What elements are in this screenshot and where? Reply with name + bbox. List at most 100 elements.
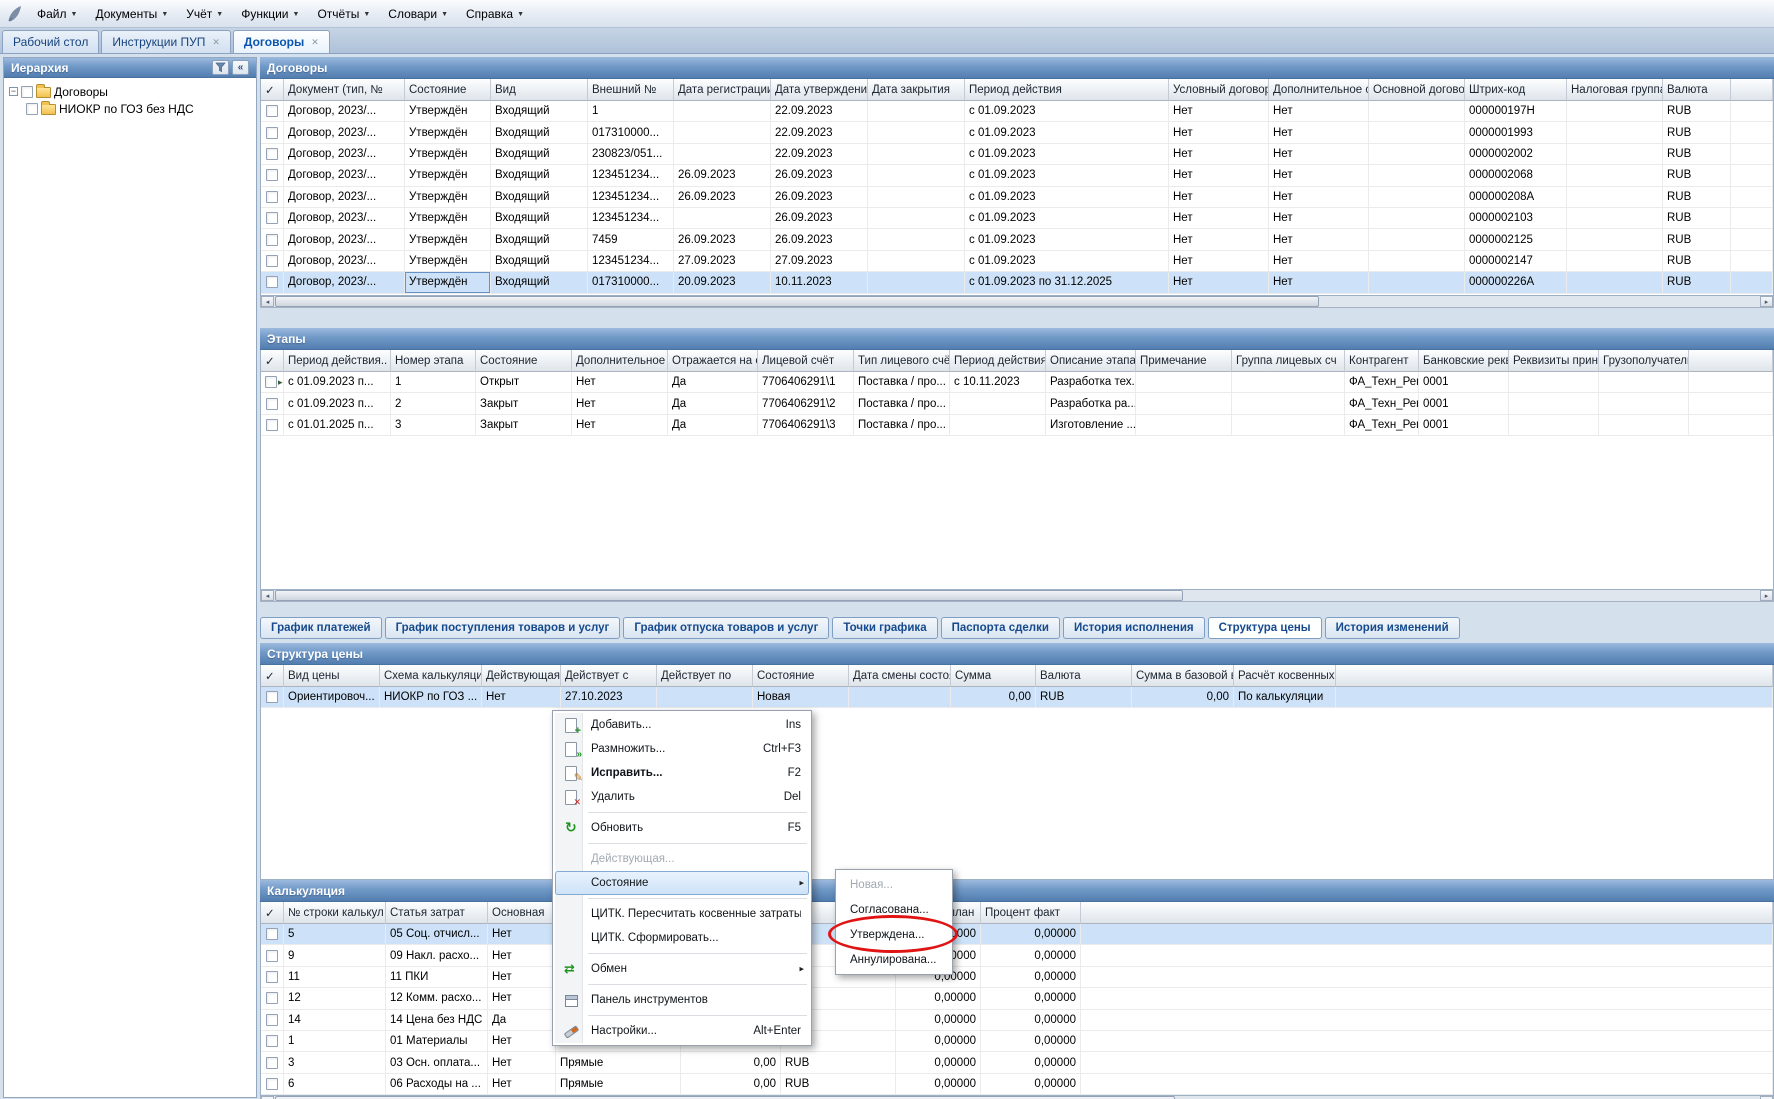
column-header[interactable]: Дата смены состоя (849, 665, 951, 687)
column-header[interactable]: Лицевой счёт (758, 350, 854, 372)
cell[interactable]: Да (668, 393, 758, 414)
menubar-item[interactable]: Документы▼ (86, 0, 177, 27)
menu-item-citk-recalc[interactable]: ЦИТК. Пересчитать косвенные затраты... (555, 902, 809, 926)
cell[interactable] (1369, 208, 1465, 229)
cell[interactable]: Входящий (491, 251, 588, 272)
cell[interactable] (1136, 372, 1232, 393)
cell[interactable]: По калькуляции (1234, 687, 1336, 708)
row-checkbox[interactable] (266, 105, 278, 117)
menu-item-current[interactable]: Действующая... (555, 847, 809, 871)
cell[interactable]: 10.11.2023 (771, 272, 868, 293)
cell[interactable]: 27.09.2023 (771, 251, 868, 272)
cell[interactable]: 3 (284, 1052, 386, 1073)
cell[interactable]: Входящий (491, 208, 588, 229)
subtab-item[interactable]: История исполнения (1063, 617, 1205, 639)
column-header[interactable]: Примечание (1136, 350, 1232, 372)
cell[interactable] (1567, 122, 1663, 143)
expander-icon[interactable]: − (9, 87, 18, 96)
column-header[interactable]: Период действия (965, 79, 1169, 101)
cell[interactable]: RUB (1663, 122, 1731, 143)
cell[interactable]: 0000002103 (1465, 208, 1567, 229)
menubar-item[interactable]: Словари▼ (379, 0, 457, 27)
column-header[interactable]: ✓ (261, 79, 284, 101)
column-header[interactable]: Действующая (482, 665, 561, 687)
cell[interactable]: с 01.09.2023 п... (284, 393, 391, 414)
cell[interactable]: Изготовление ... (1046, 415, 1136, 436)
table-row[interactable]: Договор, 2023/...УтверждёнВходящий123451… (261, 187, 1773, 208)
cell[interactable]: 000000208А (1465, 187, 1567, 208)
cell[interactable]: ФА_Техн_Рег_... (1345, 393, 1419, 414)
cell[interactable] (1731, 229, 1773, 250)
cell[interactable] (1369, 165, 1465, 186)
cell[interactable] (1081, 988, 1773, 1009)
cell[interactable] (849, 687, 951, 708)
row-checkbox[interactable] (266, 691, 278, 703)
table-row[interactable]: с 01.09.2023 п...2ЗакрытНетДа7706406291\… (261, 393, 1773, 414)
table-row[interactable]: Договор, 2023/...УтверждёнВходящий123451… (261, 208, 1773, 229)
menu-item-annulled[interactable]: Аннулирована... (838, 947, 950, 972)
cell[interactable]: ФА_Техн_Рег_... (1345, 415, 1419, 436)
cell[interactable]: 0,00000 (896, 1031, 981, 1052)
cell[interactable] (1567, 272, 1663, 293)
cell[interactable]: Да (668, 415, 758, 436)
cell[interactable]: 5 (284, 924, 386, 945)
cell[interactable]: с 01.09.2023 (965, 165, 1169, 186)
cell[interactable] (1081, 1010, 1773, 1031)
cell[interactable]: 0,00 (951, 687, 1036, 708)
cell[interactable]: 0,00000 (896, 1052, 981, 1073)
cell[interactable] (1336, 687, 1773, 708)
column-header[interactable]: Внешний № (588, 79, 674, 101)
cell[interactable]: Прямые (556, 1074, 681, 1095)
column-header[interactable]: Дата регистрации (674, 79, 771, 101)
column-header[interactable]: Дата закрытия (868, 79, 965, 101)
cell[interactable]: Открыт (476, 372, 572, 393)
cell[interactable] (1689, 415, 1773, 436)
cell[interactable]: Нет (488, 967, 556, 988)
table-row[interactable]: Договор, 2023/...УтверждёнВходящий123451… (261, 251, 1773, 272)
cell[interactable]: RUB (1036, 687, 1132, 708)
cell[interactable]: Нет (1169, 229, 1269, 250)
row-checkbox[interactable] (266, 1035, 278, 1047)
table-row[interactable]: 606 Расходы на ...НетПрямые0,00RUB0,0000… (261, 1074, 1773, 1095)
cell[interactable] (1731, 122, 1773, 143)
column-header[interactable]: ✓ (261, 665, 284, 687)
table-row[interactable]: 1212 Комм. расхо...Нет0,000000,00000 (261, 988, 1773, 1009)
column-header[interactable]: Действует по (657, 665, 753, 687)
column-header[interactable]: Состояние (405, 79, 491, 101)
cell[interactable] (1081, 1074, 1773, 1095)
column-header[interactable]: Сумма в базовой в (1132, 665, 1234, 687)
menu-item-toolbar-panel[interactable]: Панель инструментов (555, 988, 809, 1012)
column-header[interactable]: Номер этапа (391, 350, 476, 372)
cell[interactable]: 0,00000 (981, 924, 1081, 945)
column-header[interactable]: Дополнительное с (1269, 79, 1369, 101)
cell[interactable]: 0,00000 (981, 1052, 1081, 1073)
cell[interactable]: с 01.09.2023 (965, 144, 1169, 165)
cell[interactable]: 6 (284, 1074, 386, 1095)
cell[interactable]: 0,00000 (896, 988, 981, 1009)
cell[interactable]: 7706406291\1 (758, 372, 854, 393)
cell[interactable]: 1 (284, 1031, 386, 1052)
cell[interactable] (1567, 187, 1663, 208)
cell[interactable]: Закрыт (476, 415, 572, 436)
cell[interactable] (950, 393, 1046, 414)
column-header[interactable]: Группа лицевых сч (1232, 350, 1345, 372)
cell[interactable]: Нет (1269, 101, 1369, 122)
cell[interactable] (1731, 187, 1773, 208)
cell[interactable] (868, 101, 965, 122)
cell[interactable]: 0001 (1419, 393, 1509, 414)
cell[interactable]: 0,00 (1132, 687, 1234, 708)
cell[interactable] (1731, 208, 1773, 229)
cell[interactable]: Входящий (491, 272, 588, 293)
subtab-item[interactable]: История изменений (1325, 617, 1460, 639)
cell[interactable]: Утверждён (405, 229, 491, 250)
cell[interactable]: 0,00000 (896, 1074, 981, 1095)
cell[interactable]: 123451234... (588, 208, 674, 229)
cell[interactable]: RUB (1663, 144, 1731, 165)
close-tab-icon[interactable]: ✕ (212, 38, 220, 47)
row-checkbox[interactable] (266, 148, 278, 160)
table-row[interactable]: Договор, 2023/...УтверждёнВходящий017310… (261, 272, 1773, 293)
cell[interactable]: 0,00000 (981, 988, 1081, 1009)
cell[interactable]: с 01.09.2023 (965, 101, 1169, 122)
cell[interactable]: Договор, 2023/... (284, 122, 405, 143)
row-checkbox[interactable] (266, 169, 278, 181)
